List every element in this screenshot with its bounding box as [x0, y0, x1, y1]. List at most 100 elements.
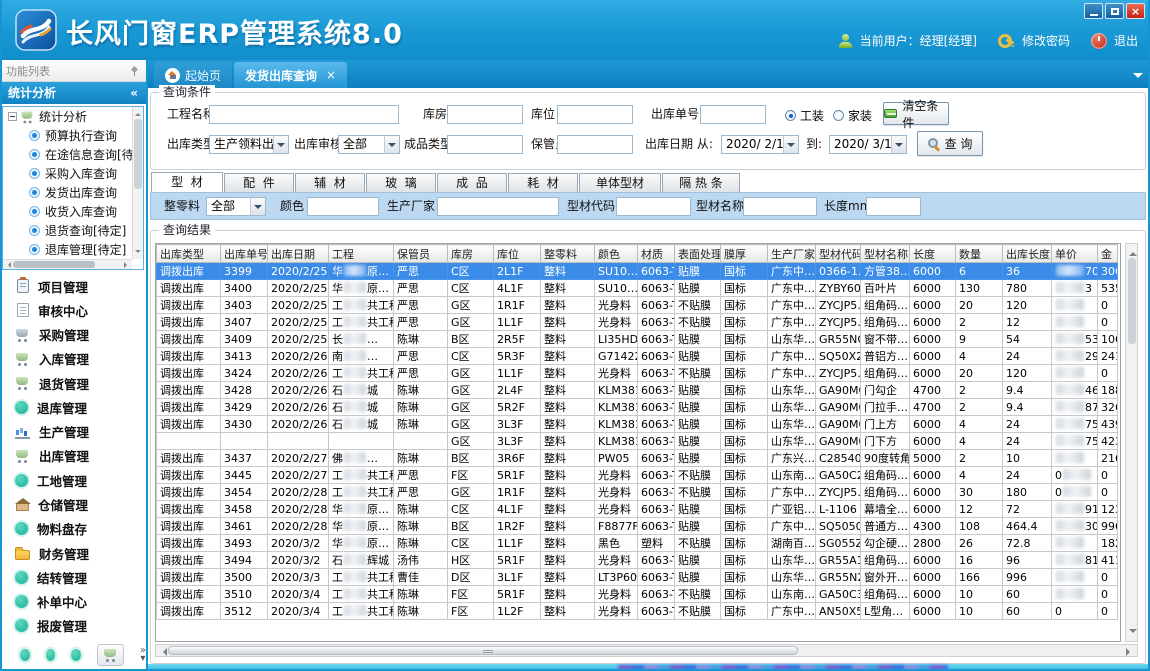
sidebar-item-退货管理[interactable]: 退货管理 [2, 371, 146, 395]
material-tab-辅材[interactable]: 辅 材 [295, 173, 365, 193]
scroll-left-icon[interactable] [159, 648, 167, 656]
radio-jiazhuang[interactable]: 家装 [833, 107, 872, 124]
tree-item[interactable]: 退库管理[待定] [3, 240, 143, 259]
tree-root[interactable]: 统计分析 [3, 107, 143, 126]
table-row[interactable]: 调拨出库34092020/2/25长…陈琳B区2R5F整料LI35HD6063-… [157, 331, 1118, 348]
table-row[interactable]: 调拨出库34942020/3/2石辉城汤伟H区5R1F整料光身料6063-T5贴… [157, 552, 1118, 569]
table-row[interactable]: 调拨出库34302020/2/26石城陈琳G区3L3F整料KLM38176063… [157, 416, 1118, 433]
tree-vertical-scrollbar[interactable] [132, 107, 143, 259]
column-header[interactable]: 库位 [494, 245, 541, 263]
maximize-button[interactable] [1105, 3, 1124, 19]
manufacturer-input[interactable] [437, 197, 559, 216]
scroll-down-icon[interactable] [135, 250, 141, 256]
footer-dot-icon[interactable] [20, 649, 30, 661]
table-row[interactable]: 调拨出库34132020/2/26南…严思C区5R3F整料G714226063-… [157, 348, 1118, 365]
table-row[interactable]: G区3L3F整料KLM38176063-T5贴膜国标山东华…GA90M09.门下… [157, 433, 1118, 450]
table-row[interactable]: 调拨出库33992020/2/25华原…严思C区2L1F整料SU10…6063-… [157, 263, 1118, 280]
column-header[interactable]: 型材代码 [816, 245, 861, 263]
scroll-thumb[interactable] [134, 119, 142, 189]
clear-conditions-button[interactable]: 清空条件 [883, 102, 949, 125]
scroll-up-icon[interactable] [135, 110, 141, 116]
sidebar-item-物料盘存[interactable]: 物料盘存 [2, 517, 146, 541]
date-to-picker[interactable]: 2020/ 3/16 [829, 135, 907, 154]
sidebar-item-出库管理[interactable]: 出库管理 [2, 444, 146, 468]
column-header[interactable]: 颜色 [595, 245, 638, 263]
out-type-select[interactable]: 生产领料出库 [209, 135, 289, 154]
column-header[interactable]: 出库日期 [268, 245, 329, 263]
footer-dot-icon[interactable] [46, 649, 56, 661]
table-row[interactable]: 调拨出库34002020/2/25华原…严思C区4L1F整料SU10…6063-… [157, 280, 1118, 297]
column-header[interactable]: 膜厚 [721, 245, 768, 263]
table-row[interactable]: 调拨出库34372020/2/27佛…陈琳B区3R6F整料PW056063-T5… [157, 450, 1118, 467]
column-header[interactable]: 长度 [910, 245, 956, 263]
tree-item[interactable]: 发货出库查询 [3, 183, 143, 202]
material-tab-单体型材[interactable]: 单体型材 [579, 173, 661, 193]
radio-selected-icon[interactable] [785, 110, 796, 121]
collapse-icon[interactable]: « [130, 82, 138, 104]
material-tab-玻璃[interactable]: 玻 璃 [366, 173, 436, 193]
profile-name-input[interactable] [743, 197, 817, 216]
column-header[interactable]: 数量 [956, 245, 1003, 263]
scroll-left-icon[interactable] [5, 262, 11, 268]
order-no-input[interactable] [700, 105, 766, 124]
table-row[interactable]: 调拨出库35122020/3/4工共工程陈琳F区1L2F整料光身料6063-T5… [157, 603, 1118, 620]
radio-gongzhuang[interactable]: 工装 [785, 107, 824, 124]
scroll-thumb[interactable] [13, 261, 95, 268]
table-row[interactable]: 调拨出库34932020/3/2华原…陈琳C区1L1F整料黑色塑料不贴膜国标湖南… [157, 535, 1118, 552]
table-row[interactable]: 调拨出库34612020/2/28华原…陈琳B区1R2F整料F8877FT606… [157, 518, 1118, 535]
table-row[interactable]: 调拨出库34242020/2/26工共工程严思G区1L1F整料光身料6063-T… [157, 365, 1118, 382]
table-row[interactable]: 调拨出库35002020/3/3工共工程曹佳D区3L1F整料LT3P606063… [157, 569, 1118, 586]
tree-item[interactable]: 预算执行查询 [3, 126, 143, 145]
table-row[interactable]: 调拨出库34452020/2/27工共工程严思F区5R1F整料光身料6063-T… [157, 467, 1118, 484]
material-tab-耗材[interactable]: 耗 材 [508, 173, 578, 193]
part-select[interactable]: 全部 [206, 197, 266, 216]
scroll-thumb[interactable] [168, 646, 798, 655]
column-header[interactable]: 库房 [448, 245, 494, 263]
table-vertical-scrollbar[interactable] [1125, 243, 1138, 642]
product-type-input[interactable] [447, 135, 523, 154]
sidebar-item-财务管理[interactable]: 财务管理 [2, 541, 146, 565]
warehouse-input[interactable] [447, 105, 523, 124]
pin-icon[interactable] [130, 66, 140, 77]
minimize-button[interactable] [1084, 3, 1103, 19]
table-row[interactable]: 调拨出库34032020/2/25工共工程严思G区1R1F整料光身料6063-T… [157, 297, 1118, 314]
profile-code-input[interactable] [616, 197, 691, 216]
material-tab-成品[interactable]: 成 品 [437, 173, 507, 193]
logout-button[interactable]: 退出 [1114, 32, 1138, 49]
change-password-button[interactable]: 修改密码 [1022, 32, 1070, 49]
tab-shipment-query[interactable]: 发货出库查询 × [234, 62, 347, 88]
table-row[interactable]: 调拨出库34582020/2/28华原…陈琳C区4L1F整料光身料6063-T5… [157, 501, 1118, 518]
sidebar-item-采购管理[interactable]: 采购管理 [2, 323, 146, 347]
tree-item[interactable]: 在途信息查询[待 [3, 145, 143, 164]
column-header[interactable]: 整零料 [541, 245, 595, 263]
tree-horizontal-scrollbar[interactable] [3, 259, 132, 269]
scroll-up-icon[interactable] [1129, 248, 1137, 256]
audit-select[interactable]: 全部 [338, 135, 400, 154]
project-name-input[interactable] [209, 105, 399, 124]
tab-list-dropdown-icon[interactable] [1133, 73, 1143, 83]
column-header[interactable]: 生产厂家 [768, 245, 816, 263]
location-input[interactable] [557, 105, 633, 124]
keeper-input[interactable] [557, 135, 633, 154]
column-header[interactable]: 出库单号 [221, 245, 268, 263]
scroll-right-icon[interactable] [1126, 648, 1134, 656]
table-row[interactable]: 调拨出库34292020/2/26石城陈琳G区5R2F整料KLM38176063… [157, 399, 1118, 416]
scroll-down-icon[interactable] [1129, 629, 1137, 637]
sidebar-item-结转管理[interactable]: 结转管理 [2, 565, 146, 589]
date-from-picker[interactable]: 2020/ 2/16 [721, 135, 799, 154]
sidebar-item-仓储管理[interactable]: 仓储管理 [2, 493, 146, 517]
footer-cart-button[interactable] [97, 644, 124, 666]
table-horizontal-scrollbar[interactable] [155, 644, 1138, 657]
footer-dot-icon[interactable] [71, 649, 81, 661]
table-row[interactable]: 调拨出库34072020/2/25工共工程严思G区1L1F整料光身料6063-T… [157, 314, 1118, 331]
tree-item[interactable]: 退货查询[待定] [3, 221, 143, 240]
sidebar-item-退库管理[interactable]: 退库管理 [2, 395, 146, 419]
footer-overflow-button[interactable]: » ▾ [140, 647, 146, 663]
sidebar-item-项目管理[interactable]: 项目管理 [2, 274, 146, 298]
sidebar-item-补单中心[interactable]: 补单中心 [2, 590, 146, 614]
section-header-stats[interactable]: 统计分析 « [0, 82, 146, 104]
column-header[interactable]: 出库类型 [157, 245, 221, 263]
sidebar-item-生产管理[interactable]: 生产管理 [2, 420, 146, 444]
column-header[interactable]: 出库长度 [1003, 245, 1052, 263]
sidebar-item-报废管理[interactable]: 报废管理 [2, 614, 146, 638]
